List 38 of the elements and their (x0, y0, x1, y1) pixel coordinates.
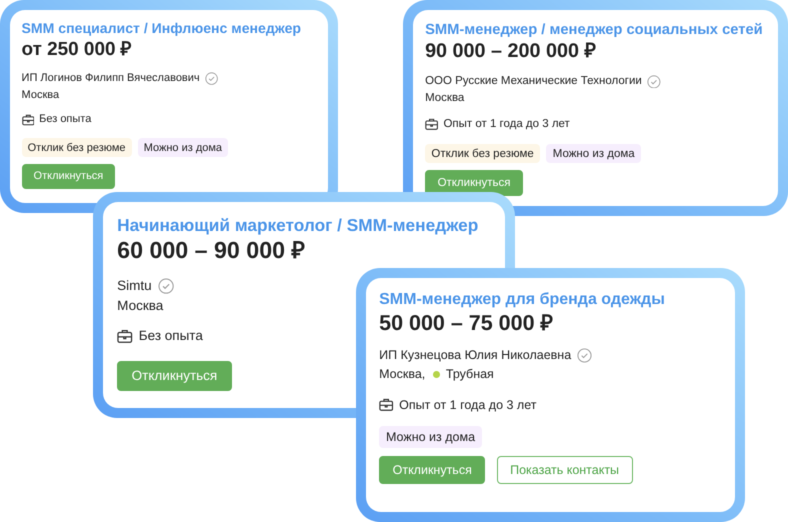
briefcase-icon (425, 118, 438, 131)
show-contacts-button[interactable]: Показать контакты (496, 456, 633, 484)
vacancy-title[interactable]: SMM-менеджер для бренда одежды (379, 290, 665, 310)
vacancy-tag: Можно из дома (379, 426, 482, 448)
verified-check-icon (646, 74, 661, 88)
respond-button[interactable]: Откликнуться (117, 360, 232, 392)
verified-check-icon (204, 72, 218, 86)
vacancy-tag: Можно из дома (138, 138, 228, 158)
briefcase-icon (117, 329, 133, 344)
vacancy-tag: Отклик без резюме (22, 138, 132, 158)
experience: Без опыта (39, 112, 92, 128)
vacancy-tag: Можно из дома (546, 144, 641, 164)
city: Москва (425, 91, 464, 106)
salary: 90 000 – 200 000 ₽ (425, 39, 596, 64)
city: Москва, (379, 366, 426, 383)
company-name[interactable]: Simtu (117, 276, 152, 296)
city: Москва (117, 297, 164, 316)
vacancy-title[interactable]: Начинающий маркетолог / SMM-менеджер (117, 214, 478, 236)
company-name[interactable]: ООО Русские Механические Технологии (425, 74, 642, 90)
respond-button[interactable]: Откликнуться (22, 164, 116, 189)
respond-button[interactable]: Откликнуться (379, 456, 486, 484)
vacancy-title[interactable]: SMM специалист / Инфлюенс менеджер (22, 20, 302, 38)
company-name[interactable]: ИП Логинов Филипп Вячеславович (22, 71, 200, 86)
experience: Без опыта (138, 327, 203, 346)
verified-check-icon (158, 278, 174, 294)
experience: Опыт от 1 года до 3 лет (443, 116, 570, 132)
experience: Опыт от 1 года до 3 лет (399, 396, 536, 414)
briefcase-icon (22, 114, 34, 126)
salary: 60 000 – 90 000 ₽ (117, 236, 306, 266)
briefcase-icon (379, 398, 394, 412)
city: Москва (22, 88, 60, 102)
vacancy-tag: Отклик без резюме (425, 144, 540, 164)
metro-station: Трубная (446, 366, 494, 383)
company-name[interactable]: ИП Кузнецова Юлия Николаевна (379, 347, 572, 364)
salary: 50 000 – 75 000 ₽ (379, 310, 554, 337)
salary: от 250 000 ₽ (22, 38, 132, 62)
verified-check-icon (576, 348, 592, 364)
vacancy-title[interactable]: SMM-менеджер / менеджер социальных сетей (425, 20, 763, 40)
